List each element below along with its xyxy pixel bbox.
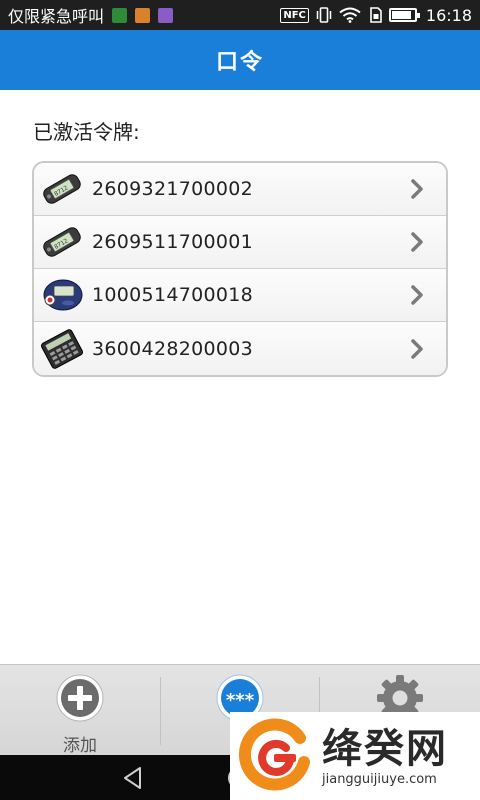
logo-icon bbox=[238, 718, 310, 791]
battery-icon bbox=[388, 8, 420, 22]
clock: 16:18 bbox=[425, 5, 472, 25]
status-bar: 仅限紧急呼叫 NFC 16:18 bbox=[0, 0, 480, 30]
token-id: 2609321700002 bbox=[92, 178, 254, 200]
tab-add[interactable]: 添加 bbox=[0, 665, 160, 756]
watermark-url: jiangguijiuye.com bbox=[322, 772, 437, 787]
tab-add-label: 添加 bbox=[63, 736, 97, 756]
card-calculator-token-icon bbox=[40, 328, 84, 369]
add-icon bbox=[56, 674, 104, 722]
sim-icon bbox=[370, 7, 382, 23]
token-row[interactable]: 3600428200003 bbox=[34, 322, 446, 375]
nfc-icon: NFC bbox=[280, 7, 309, 23]
token-row[interactable]: 8712 2609511700001 bbox=[34, 216, 446, 269]
watermark: 绛癸网 jiangguijiuye.com bbox=[230, 712, 480, 800]
hardware-token-icon: 8712 bbox=[43, 227, 81, 257]
section-heading: 已激活令牌: bbox=[33, 120, 140, 144]
token-list: 8712 2609321700002 8712 2609511700001 10… bbox=[32, 161, 448, 377]
token-id: 2609511700001 bbox=[92, 231, 254, 253]
token-row[interactable]: 1000514700018 bbox=[34, 269, 446, 322]
notification-icon bbox=[135, 7, 151, 23]
token-id: 3600428200003 bbox=[92, 337, 254, 360]
chevron-right-icon bbox=[411, 232, 423, 252]
battery-level bbox=[391, 11, 411, 19]
watermark-brand: 绛癸网 bbox=[322, 726, 448, 772]
chevron-right-icon bbox=[411, 285, 423, 305]
svg-text:***: *** bbox=[226, 690, 255, 711]
title-bar: 口令 bbox=[0, 30, 480, 90]
token-id: 1000514700018 bbox=[92, 284, 254, 306]
notification-icon bbox=[158, 7, 174, 23]
hardware-token-icon: 8712 bbox=[43, 174, 81, 204]
vibrate-icon bbox=[316, 7, 332, 23]
carrier-text: 仅限紧急呼叫 bbox=[8, 7, 105, 26]
chevron-right-icon bbox=[411, 338, 423, 359]
chevron-right-icon bbox=[411, 179, 423, 199]
status-right: NFC 16:18 bbox=[280, 0, 472, 30]
status-left: 仅限紧急呼叫 bbox=[8, 0, 174, 30]
token-row[interactable]: 8712 2609321700002 bbox=[34, 163, 446, 216]
notification-icon bbox=[112, 7, 128, 23]
back-icon[interactable] bbox=[120, 765, 146, 791]
wifi-icon bbox=[339, 7, 361, 23]
keyfob-token-icon bbox=[43, 279, 83, 311]
page-title: 口令 bbox=[215, 50, 264, 75]
